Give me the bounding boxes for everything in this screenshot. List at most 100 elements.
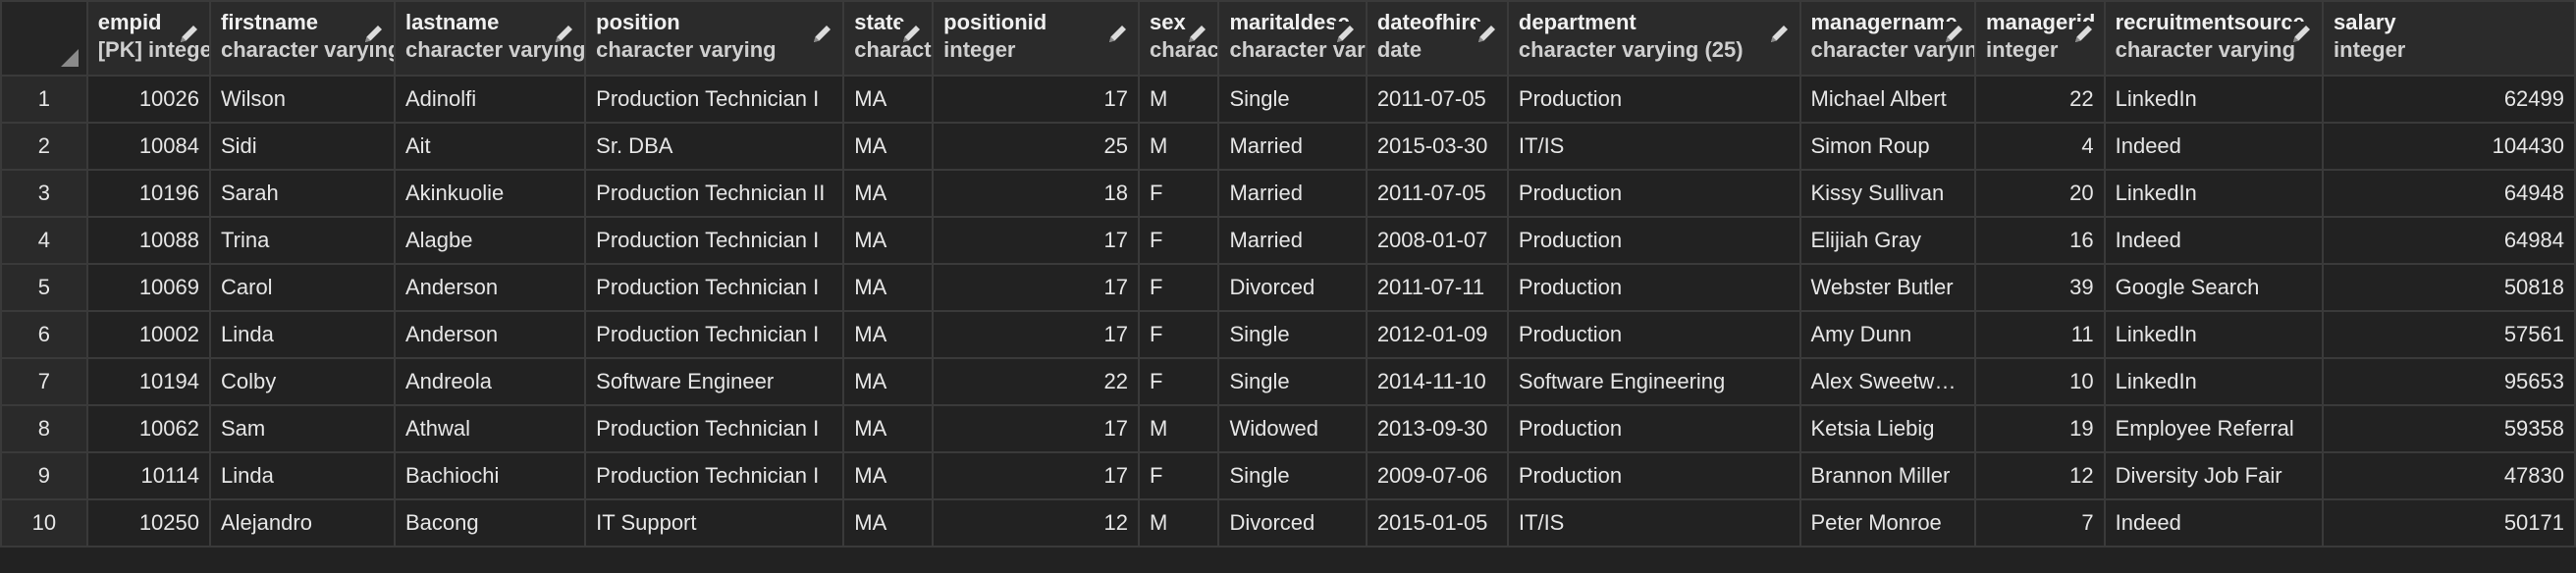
cell-managername[interactable]: Amy Dunn <box>1798 310 1977 359</box>
cell-empid[interactable]: 10026 <box>85 75 212 124</box>
cell-lastname[interactable]: Alagbe <box>393 216 587 265</box>
cell-dateofhire[interactable]: 2012-01-09 <box>1365 310 1509 359</box>
cell-positionid[interactable]: 17 <box>932 310 1141 359</box>
cell-empid[interactable]: 10194 <box>85 357 212 406</box>
row-number[interactable]: 6 <box>0 310 88 359</box>
cell-maritaldesc[interactable]: Widowed <box>1217 404 1368 453</box>
cell-department[interactable]: Production <box>1506 75 1801 124</box>
cell-positionid[interactable]: 17 <box>932 216 1141 265</box>
cell-lastname[interactable]: Bachiochi <box>393 451 587 500</box>
table-row[interactable]: 1 10026 Wilson Adinolfi Production Technicia… <box>0 75 2576 124</box>
cell-state[interactable]: MA <box>842 216 935 265</box>
column-header-dateofhire[interactable]: dateofhire date <box>1365 0 1509 77</box>
cell-position[interactable]: IT Support <box>584 498 845 547</box>
cell-managername[interactable]: Kissy Sullivan <box>1798 169 1977 218</box>
cell-positionid[interactable]: 25 <box>932 122 1141 171</box>
column-header-firstname[interactable]: firstname character varying <box>209 0 396 77</box>
cell-salary[interactable]: 64984 <box>2322 216 2576 265</box>
cell-empid[interactable]: 10069 <box>85 263 212 312</box>
cell-firstname[interactable]: Sarah <box>209 169 396 218</box>
cell-positionid[interactable]: 17 <box>932 75 1141 124</box>
column-header-department[interactable]: department character varying (25) <box>1506 0 1801 77</box>
cell-managername[interactable]: Peter Monroe <box>1798 498 1977 547</box>
cell-state[interactable]: MA <box>842 263 935 312</box>
cell-managerid[interactable]: 39 <box>1974 263 2106 312</box>
cell-salary[interactable]: 95653 <box>2322 357 2576 406</box>
cell-recruitmentsource[interactable]: Diversity Job Fair <box>2103 451 2325 500</box>
cell-lastname[interactable]: Anderson <box>393 263 587 312</box>
cell-managerid[interactable]: 4 <box>1974 122 2106 171</box>
cell-department[interactable]: Production <box>1506 216 1801 265</box>
cell-salary[interactable]: 50171 <box>2322 498 2576 547</box>
column-header-positionid[interactable]: positionid integer <box>932 0 1141 77</box>
cell-recruitmentsource[interactable]: Employee Referral <box>2103 404 2325 453</box>
row-number[interactable]: 1 <box>0 75 88 124</box>
column-header-managerid[interactable]: managerid integer <box>1974 0 2106 77</box>
cell-maritaldesc[interactable]: Divorced <box>1217 498 1368 547</box>
cell-recruitmentsource[interactable]: LinkedIn <box>2103 310 2325 359</box>
cell-recruitmentsource[interactable]: LinkedIn <box>2103 357 2325 406</box>
cell-dateofhire[interactable]: 2014-11-10 <box>1365 357 1509 406</box>
cell-lastname[interactable]: Adinolfi <box>393 75 587 124</box>
column-header-state[interactable]: state character varying <box>842 0 935 77</box>
cell-state[interactable]: MA <box>842 122 935 171</box>
cell-position[interactable]: Production Technician I <box>584 451 845 500</box>
cell-managerid[interactable]: 7 <box>1974 498 2106 547</box>
cell-position[interactable]: Production Technician I <box>584 404 845 453</box>
cell-sex[interactable]: M <box>1138 122 1220 171</box>
cell-salary[interactable]: 59358 <box>2322 404 2576 453</box>
cell-positionid[interactable]: 18 <box>932 169 1141 218</box>
cell-managerid[interactable]: 10 <box>1974 357 2106 406</box>
cell-managerid[interactable]: 20 <box>1974 169 2106 218</box>
cell-position[interactable]: Production Technician I <box>584 263 845 312</box>
column-header-salary[interactable]: salary integer <box>2322 0 2576 77</box>
row-number[interactable]: 7 <box>0 357 88 406</box>
cell-salary[interactable]: 104430 <box>2322 122 2576 171</box>
table-row[interactable]: 5 10069 Carol Anderson Production Technician… <box>0 263 2576 312</box>
cell-lastname[interactable]: Athwal <box>393 404 587 453</box>
cell-recruitmentsource[interactable]: Indeed <box>2103 498 2325 547</box>
cell-managerid[interactable]: 19 <box>1974 404 2106 453</box>
cell-maritaldesc[interactable]: Single <box>1217 310 1368 359</box>
cell-recruitmentsource[interactable]: LinkedIn <box>2103 75 2325 124</box>
cell-managername[interactable]: Michael Albert <box>1798 75 1977 124</box>
cell-lastname[interactable]: Anderson <box>393 310 587 359</box>
cell-salary[interactable]: 64948 <box>2322 169 2576 218</box>
cell-managername[interactable]: Simon Roup <box>1798 122 1977 171</box>
cell-position[interactable]: Production Technician I <box>584 216 845 265</box>
cell-sex[interactable]: F <box>1138 310 1220 359</box>
cell-department[interactable]: Production <box>1506 310 1801 359</box>
cell-lastname[interactable]: Andreola <box>393 357 587 406</box>
cell-state[interactable]: MA <box>842 75 935 124</box>
cell-dateofhire[interactable]: 2015-01-05 <box>1365 498 1509 547</box>
cell-salary[interactable]: 47830 <box>2322 451 2576 500</box>
cell-firstname[interactable]: Sam <box>209 404 396 453</box>
cell-empid[interactable]: 10062 <box>85 404 212 453</box>
cell-salary[interactable]: 57561 <box>2322 310 2576 359</box>
column-header-lastname[interactable]: lastname character varying (50) <box>393 0 587 77</box>
cell-empid[interactable]: 10114 <box>85 451 212 500</box>
cell-positionid[interactable]: 22 <box>932 357 1141 406</box>
cell-dateofhire[interactable]: 2008-01-07 <box>1365 216 1509 265</box>
cell-sex[interactable]: M <box>1138 75 1220 124</box>
cell-sex[interactable]: M <box>1138 498 1220 547</box>
cell-maritaldesc[interactable]: Single <box>1217 451 1368 500</box>
select-all-corner[interactable] <box>0 0 88 77</box>
row-number[interactable]: 5 <box>0 263 88 312</box>
row-number[interactable]: 3 <box>0 169 88 218</box>
column-header-managername[interactable]: managername character varying <box>1798 0 1977 77</box>
cell-lastname[interactable]: Akinkuolie <box>393 169 587 218</box>
cell-position[interactable]: Software Engineer <box>584 357 845 406</box>
cell-department[interactable]: Production <box>1506 404 1801 453</box>
cell-managerid[interactable]: 11 <box>1974 310 2106 359</box>
cell-recruitmentsource[interactable]: LinkedIn <box>2103 169 2325 218</box>
cell-department[interactable]: Production <box>1506 451 1801 500</box>
cell-sex[interactable]: F <box>1138 451 1220 500</box>
row-number[interactable]: 10 <box>0 498 88 547</box>
table-row[interactable]: 3 10196 Sarah Akinkuolie Production Technici… <box>0 169 2576 218</box>
cell-sex[interactable]: F <box>1138 169 1220 218</box>
table-row[interactable]: 8 10062 Sam Athwal Production Technician I MA… <box>0 404 2576 453</box>
cell-firstname[interactable]: Colby <box>209 357 396 406</box>
table-row[interactable]: 4 10088 Trina Alagbe Production Technician I… <box>0 216 2576 265</box>
cell-managername[interactable]: Ketsia Liebig <box>1798 404 1977 453</box>
